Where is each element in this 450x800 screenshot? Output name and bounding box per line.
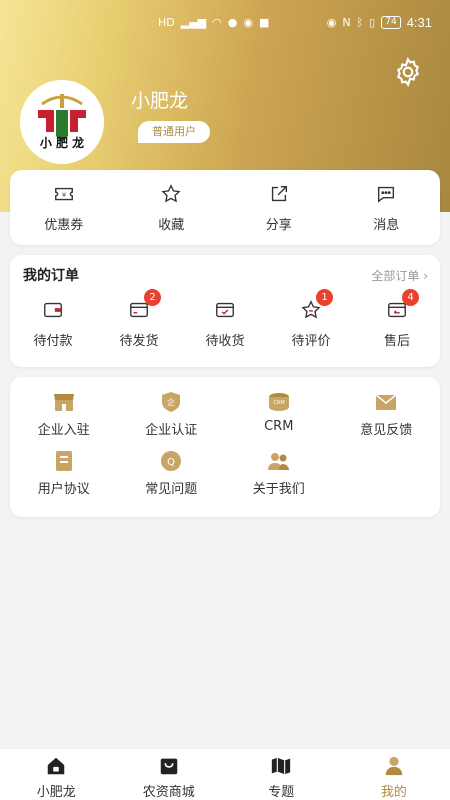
chat-icon: ◉ [243, 15, 253, 29]
svg-text:Q: Q [167, 457, 175, 468]
order-label: 待收货 [205, 334, 245, 349]
tab-shop[interactable]: 农资商城 [113, 749, 226, 800]
tab-label: 小肥龙 [36, 785, 76, 800]
user-level-badge: 普通用户 [138, 121, 210, 143]
order-label: 待付款 [33, 334, 73, 349]
service-label: 企业入驻 [37, 423, 90, 438]
wallet-icon [44, 302, 62, 318]
logo-icon [20, 80, 104, 164]
gear-icon [396, 57, 420, 87]
quick-actions-card: ¥ 优惠券 收藏 分享 消息 [10, 170, 440, 245]
crm-icon: CRM [268, 393, 289, 411]
tab-label: 我的 [380, 785, 407, 800]
service-about-us[interactable]: 关于我们 [225, 450, 333, 497]
quick-action-label: 分享 [265, 218, 292, 233]
quick-action-label: 收藏 [158, 218, 185, 233]
eye-icon: ◉ [326, 15, 337, 29]
tab-label: 专题 [268, 785, 295, 800]
profile-icon [385, 756, 402, 776]
order-pending-shipment[interactable]: 2 待发货 [96, 289, 182, 349]
order-label: 售后 [383, 334, 410, 349]
service-user-agreement[interactable]: 用户协议 [10, 450, 118, 497]
map-icon [272, 757, 291, 775]
quick-action-coupon[interactable]: ¥ 优惠券 [10, 170, 118, 245]
tab-home[interactable]: 小肥龙 [0, 749, 113, 800]
service-label: 企业认证 [145, 423, 198, 438]
agreement-icon [55, 451, 72, 471]
services-card: 企业入驻 企 企业认证 CRM CRM 意见反馈 用户协议 Q 常见问题 关于我… [10, 377, 440, 517]
bottom-tab-bar: 小肥龙 农资商城 专题 我的 [0, 748, 450, 800]
feedback-icon [375, 394, 397, 410]
order-count-badge: 4 [402, 289, 419, 306]
tab-topics[interactable]: 专题 [225, 749, 338, 800]
shop-bag-icon [160, 758, 177, 775]
order-pending-payment[interactable]: 待付款 [10, 299, 96, 349]
status-time: 4:31 [406, 14, 432, 30]
settings-button[interactable] [392, 56, 424, 88]
service-feedback[interactable]: 意见反馈 [333, 391, 441, 438]
wifi-icon: ◠ [212, 15, 222, 29]
battery-indicator: 74 [381, 15, 401, 29]
status-bar: HD ▂▄▆ ◠ ● ◉ ■ ◉ N ᛒ ▯ 74 4:31 [0, 0, 450, 44]
service-enterprise-join[interactable]: 企业入驻 [10, 391, 118, 438]
about-icon [267, 453, 289, 470]
quick-action-label: 优惠券 [44, 218, 84, 233]
orders-header: 我的订单 全部订单 › [10, 255, 440, 287]
carrier-label: HD [158, 15, 175, 29]
order-after-sales[interactable]: 4 售后 [354, 289, 440, 349]
service-faq[interactable]: Q 常见问题 [118, 450, 226, 497]
quick-action-message[interactable]: 消息 [333, 170, 441, 245]
quick-action-label: 消息 [373, 218, 400, 233]
share-icon [271, 185, 287, 202]
order-label: 待发货 [119, 334, 159, 349]
service-crm[interactable]: CRM CRM [225, 391, 333, 438]
tab-label: 农资商城 [142, 785, 195, 800]
service-label: 意见反馈 [360, 423, 413, 438]
tab-mine[interactable]: 我的 [338, 749, 450, 800]
username: 小肥龙 [131, 90, 189, 112]
star-icon [161, 184, 181, 203]
order-pending-receipt[interactable]: 待收货 [182, 299, 268, 349]
services-grid: 企业入驻 企 企业认证 CRM CRM 意见反馈 用户协议 Q 常见问题 关于我… [10, 377, 440, 497]
home-icon [48, 757, 65, 775]
crm-icon-text: CRM [273, 400, 284, 406]
coupon-icon: ¥ [54, 187, 73, 201]
app-notify-icon: ■ [258, 15, 270, 29]
orders-card: 我的订单 全部订单 › 待付款 2 待发货 待收货 1 待评价 4 售后 [10, 255, 440, 367]
receive-icon [216, 302, 234, 318]
quick-action-favorite[interactable]: 收藏 [118, 170, 226, 245]
all-orders-label: 全部订单 [371, 268, 420, 283]
orders-title: 我的订单 [23, 268, 79, 284]
vibrate-icon: ▯ [369, 15, 376, 29]
notification-icon: ● [227, 15, 238, 29]
logo-text: 小 肥 龙 [39, 136, 85, 150]
certify-icon: 企 [162, 392, 181, 412]
chevron-right-icon: › [423, 268, 428, 283]
status-left: HD ▂▄▆ ◠ ● ◉ ■ [158, 16, 269, 29]
nfc-icon: N [342, 15, 351, 29]
service-enterprise-certify[interactable]: 企 企业认证 [118, 391, 226, 438]
message-icon [378, 186, 395, 203]
order-count-badge: 2 [144, 289, 161, 306]
status-right: ◉ N ᛒ ▯ 74 4:31 [327, 15, 432, 30]
orders-row: 待付款 2 待发货 待收货 1 待评价 4 售后 [10, 287, 440, 349]
order-label: 待评价 [291, 334, 331, 349]
service-label: 常见问题 [145, 482, 198, 497]
avatar[interactable] [20, 80, 104, 164]
faq-icon: Q [161, 451, 182, 471]
service-label: 用户协议 [37, 482, 90, 497]
order-pending-review[interactable]: 1 待评价 [268, 289, 354, 349]
all-orders-link[interactable]: 全部订单 › [371, 267, 428, 284]
svg-text:企: 企 [167, 397, 175, 407]
service-label: CRM [264, 419, 294, 434]
service-label: 关于我们 [252, 482, 305, 497]
bluetooth-icon: ᛒ [356, 15, 364, 29]
signal-icon: ▂▄▆ [180, 15, 207, 29]
store-icon [53, 394, 74, 411]
order-count-badge: 1 [316, 289, 333, 306]
svg-text:¥: ¥ [62, 191, 66, 199]
quick-action-share[interactable]: 分享 [225, 170, 333, 245]
